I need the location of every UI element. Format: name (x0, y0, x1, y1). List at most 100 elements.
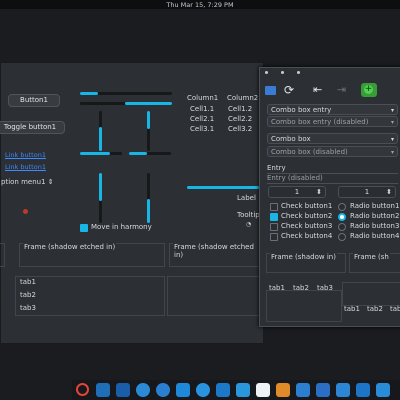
tree-cell[interactable]: Cell1.1 (190, 105, 214, 113)
check-button-2[interactable] (270, 213, 278, 221)
radio-button-1[interactable] (338, 203, 346, 211)
link-button-1[interactable]: Link button1 (5, 151, 46, 159)
music-icon[interactable] (336, 383, 350, 397)
tab-1[interactable]: tab1 (269, 284, 285, 292)
option-menu-arrow-icon: ⇕ (47, 178, 54, 186)
document-icon[interactable] (256, 383, 270, 397)
progress-bar (187, 186, 261, 189)
tree-cell[interactable]: Cell3.1 (190, 125, 214, 133)
combo-box-entry-disabled: Combo box entry (disabled) ▾ (267, 116, 398, 127)
window-dot-icon[interactable] (265, 71, 268, 74)
tab-1[interactable]: tab1 (344, 305, 360, 313)
settings-icon[interactable] (356, 383, 370, 397)
tab-2[interactable]: tab2 (367, 305, 383, 313)
chevron-down-icon: ▾ (390, 149, 394, 156)
hscale-fill-2[interactable] (125, 102, 172, 105)
tab-3[interactable]: tab3 (390, 305, 400, 313)
move-harmony-checkbox[interactable] (80, 224, 88, 232)
tree-cell[interactable]: Cell3.2 (228, 125, 252, 133)
vscale-fill-2[interactable] (147, 111, 150, 129)
chat-icon[interactable] (196, 383, 210, 397)
frame-shadow-in-2: Frame (sh (349, 253, 400, 273)
go-last-icon[interactable]: ⇥ (337, 83, 346, 96)
check-button-4[interactable] (270, 233, 278, 241)
tab-3[interactable]: tab3 (20, 304, 36, 312)
frame-edge (0, 243, 5, 267)
terminal-icon[interactable] (216, 383, 230, 397)
record-icon (23, 209, 28, 214)
dock (72, 380, 400, 400)
browser-icon[interactable] (136, 383, 150, 397)
entry-field-disabled: Entry (disabled) (267, 173, 398, 184)
chevron-down-icon: ▾ (390, 119, 394, 126)
chevron-down-icon: ▾ (390, 107, 394, 114)
combo-box[interactable]: Combo box ▾ (267, 133, 398, 144)
frame-title: Frame (shadow etched in) (23, 243, 117, 251)
tree-cell[interactable]: Cell2.2 (228, 115, 252, 123)
radio-label: Radio button3 (350, 222, 400, 230)
combo-box-disabled: Combo box (disabled) ▾ (267, 146, 398, 157)
vscale-fill-1[interactable] (99, 127, 102, 151)
tab-2[interactable]: tab2 (20, 291, 36, 299)
spinner-icon: ◔ (246, 221, 252, 228)
hscale-fill-1[interactable] (80, 92, 98, 95)
widget-window-left: Button1 Toggle button1 Link button1 Link… (0, 62, 265, 344)
spin-button-2[interactable]: 1 ⬍ (338, 186, 396, 198)
vscale-fill-4[interactable] (147, 199, 150, 223)
tab-2[interactable]: tab2 (293, 284, 309, 292)
hscale-fill-4[interactable] (129, 152, 147, 155)
network-icon[interactable] (265, 86, 276, 95)
check-button-1[interactable] (270, 203, 278, 211)
widget-window-right: ⟳ ⇤ ⇥ + Combo box entry ▾ Combo box entry… (259, 67, 400, 327)
vscale-fill-3[interactable] (99, 173, 102, 201)
window-dot-icon[interactable] (297, 71, 300, 74)
refresh-icon[interactable]: ⟳ (284, 83, 294, 97)
add-icon[interactable]: + (361, 83, 377, 97)
go-first-icon[interactable]: ⇤ (313, 83, 322, 96)
toggle-button[interactable]: Toggle button1 (0, 121, 65, 134)
tree-column-2[interactable]: Column2 (227, 94, 258, 102)
frame-title: Frame (shadow etched in) (173, 243, 264, 259)
clock[interactable]: Thu Mar 15, 7:29 PM (0, 1, 400, 9)
editor-icon[interactable] (276, 383, 290, 397)
link-button-2[interactable]: Link button1 (5, 163, 46, 171)
radio-button-2[interactable] (338, 213, 346, 221)
tab-3[interactable]: tab3 (317, 284, 333, 292)
check-button-3[interactable] (270, 223, 278, 231)
button1[interactable]: Button1 (8, 94, 60, 107)
move-harmony-label: Move in harmony (91, 223, 152, 231)
radio-button-3[interactable] (338, 223, 346, 231)
spin-arrows-icon: ⬍ (316, 188, 322, 196)
label: Label (237, 194, 256, 202)
notebook-left-tabs (15, 276, 165, 316)
combo-box-entry[interactable]: Combo box entry ▾ (267, 104, 398, 115)
spin-button-1[interactable]: 1 ⬍ (268, 186, 326, 198)
store-icon[interactable] (176, 383, 190, 397)
chevron-down-icon: ▾ (390, 136, 394, 143)
software-icon[interactable] (376, 383, 390, 397)
frame-title: Frame (sh (353, 253, 390, 261)
radio-button-4[interactable] (338, 233, 346, 241)
notebook-top-tabs (266, 290, 342, 322)
window-icon[interactable] (116, 383, 130, 397)
check-label: Check button1 (281, 202, 333, 210)
tree-cell[interactable]: Cell1.2 (228, 105, 252, 113)
tab-1[interactable]: tab1 (20, 278, 36, 286)
calendar-icon[interactable] (316, 383, 330, 397)
mail-icon[interactable] (156, 383, 170, 397)
window-dot-icon[interactable] (281, 71, 284, 74)
tooltip-label: Tooltip (237, 211, 260, 219)
photos-icon[interactable] (236, 383, 250, 397)
frame-title: Frame (shadow in) (270, 253, 337, 261)
tree-column-1[interactable]: Column1 (187, 94, 218, 102)
check-label: Check button4 (281, 232, 333, 240)
grid-icon[interactable] (96, 383, 110, 397)
frame-etched-in-2: Frame (shadow etched in) (169, 243, 265, 267)
hscale-fill-3[interactable] (80, 152, 110, 155)
option-menu[interactable]: ption menu1 ⇕ (1, 178, 54, 186)
power-icon[interactable] (76, 383, 89, 396)
plus-icon: + (364, 84, 373, 94)
tree-cell[interactable]: Cell2.1 (190, 115, 214, 123)
files-icon[interactable] (296, 383, 310, 397)
frame-etched-in: Frame (shadow etched in) (19, 243, 165, 267)
